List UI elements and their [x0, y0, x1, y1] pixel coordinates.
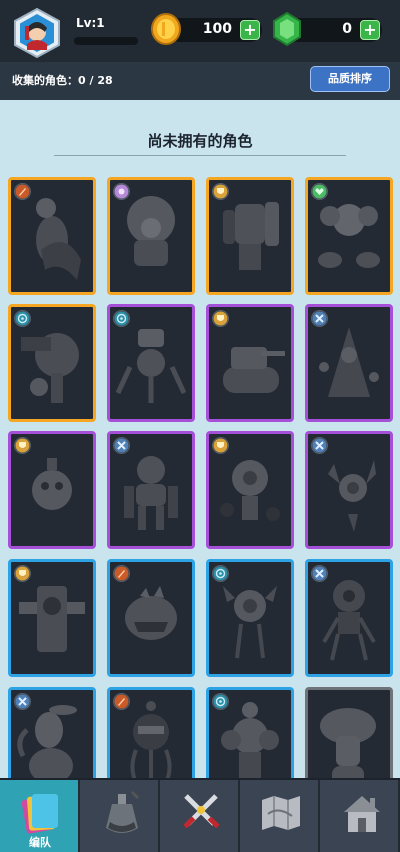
nav-tab-label: 编队: [29, 836, 51, 849]
character-card[interactable]: [8, 304, 96, 422]
star-class-icon: [113, 183, 130, 200]
player-level: Lv:1: [76, 16, 105, 30]
shield-class-icon: [14, 565, 31, 582]
character-card[interactable]: [107, 559, 195, 677]
nav-tab[interactable]: [80, 780, 160, 852]
character-card[interactable]: [305, 431, 393, 549]
character-card[interactable]: [8, 431, 96, 549]
heart-class-icon: [311, 183, 328, 200]
sort-by-quality-button[interactable]: 品质排序: [310, 66, 390, 92]
add-coins-button[interactable]: +: [240, 20, 260, 40]
character-card[interactable]: [206, 177, 294, 295]
house-icon: [344, 796, 380, 832]
rocket-class-icon: [113, 565, 130, 582]
nav-tab[interactable]: [160, 780, 240, 852]
target-class-icon: [14, 310, 31, 327]
cross-class-icon: [311, 437, 328, 454]
character-card[interactable]: [305, 559, 393, 677]
rocket-class-icon: [113, 693, 130, 710]
character-card[interactable]: [8, 559, 96, 677]
character-card[interactable]: [107, 431, 195, 549]
cross-class-icon: [311, 565, 328, 582]
character-card[interactable]: [206, 559, 294, 677]
top-bar: Lv:1 100 + 0 +: [0, 0, 400, 62]
coin-value: 100: [202, 21, 232, 37]
potion-icon: [106, 790, 140, 833]
section-divider: [54, 155, 346, 156]
coin-icon: [151, 13, 181, 45]
shield-class-icon: [212, 310, 229, 327]
map-icon: [262, 796, 300, 830]
character-card[interactable]: [107, 177, 195, 295]
coin-counter: 100 +: [168, 18, 262, 42]
collection-count: 收集的角色：0 / 28: [12, 74, 113, 87]
nav-tab[interactable]: [240, 780, 320, 852]
character-card[interactable]: [107, 304, 195, 422]
collection-bar: 收集的角色：0 / 28 品质排序: [0, 62, 400, 100]
crossed-swords-icon: [183, 794, 220, 829]
player-avatar[interactable]: [12, 7, 62, 59]
cross-class-icon: [311, 310, 328, 327]
character-card[interactable]: [305, 304, 393, 422]
section-title: 尚未拥有的角色: [147, 132, 253, 150]
character-card[interactable]: [206, 431, 294, 549]
shield-class-icon: [212, 437, 229, 454]
gem-icon: [273, 12, 301, 46]
bottom-nav: 编队: [0, 778, 400, 852]
target-class-icon: [212, 693, 229, 710]
gem-value: 0: [342, 21, 352, 37]
add-gems-button[interactable]: +: [360, 20, 380, 40]
target-class-icon: [212, 565, 229, 582]
character-card[interactable]: [305, 177, 393, 295]
shield-class-icon: [212, 183, 229, 200]
shield-class-icon: [14, 437, 31, 454]
target-class-icon: [113, 310, 130, 327]
xp-bar: [74, 37, 138, 45]
rocket-class-icon: [14, 183, 31, 200]
cards-icon: [21, 794, 58, 834]
avatar-hexagon-icon: [14, 7, 60, 59]
cross-class-icon: [113, 437, 130, 454]
character-card[interactable]: [206, 304, 294, 422]
nav-tab[interactable]: 编队: [0, 780, 80, 852]
nav-tab[interactable]: [320, 780, 400, 852]
cross-class-icon: [14, 693, 31, 710]
character-card[interactable]: [8, 177, 96, 295]
